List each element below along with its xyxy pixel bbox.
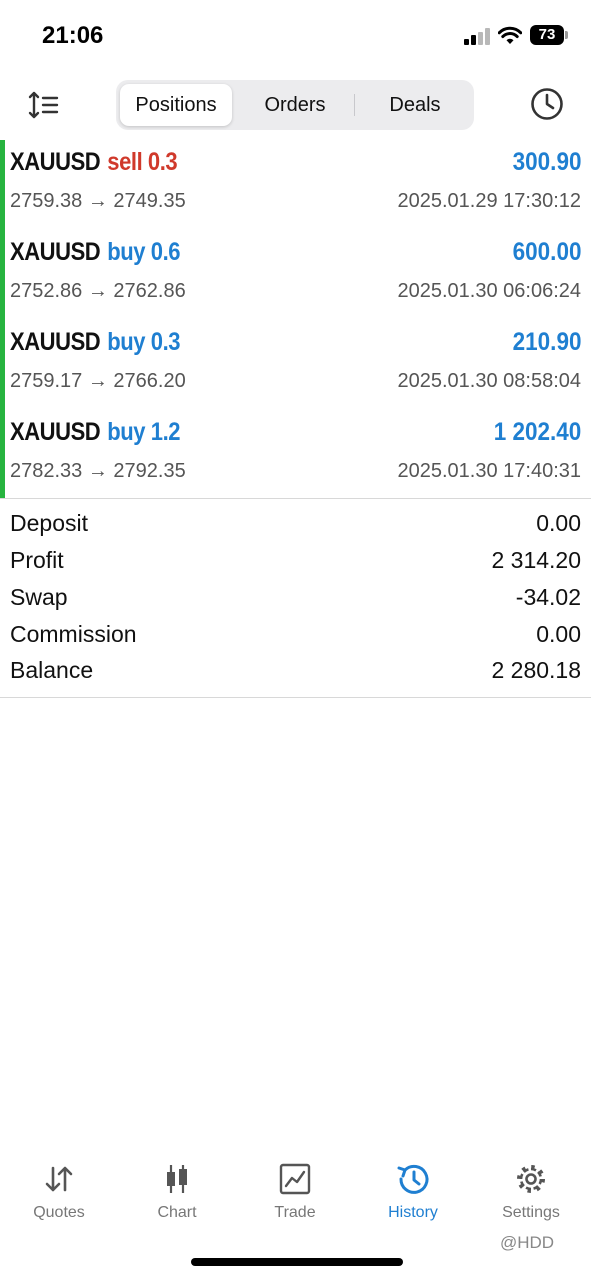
summary-value: -34.02: [515, 584, 581, 610]
position-prices: 2759.17 → 2766.20: [10, 370, 186, 392]
position-date: 2025.01.30 06:06:24: [397, 280, 581, 302]
summary-value: 0.00: [536, 621, 581, 647]
position-symbol-line: XAUUSD buy 0.3: [10, 328, 180, 357]
position-side: buy 0.6: [107, 238, 181, 266]
position-side: sell 0.3: [107, 148, 178, 176]
trade-icon: [279, 1163, 311, 1195]
segment-divider: [354, 94, 355, 116]
position-date: 2025.01.30 08:58:04: [397, 370, 581, 392]
summary-label: Balance: [10, 657, 94, 683]
position-date: 2025.01.30 17:40:31: [397, 460, 581, 482]
summary-label: Commission: [10, 621, 137, 647]
history-icon: [397, 1164, 429, 1194]
summary-value: 0.00: [536, 510, 581, 536]
position-side: buy 1.2: [107, 418, 181, 446]
divider: [0, 697, 591, 698]
summary-commission: Commission 0.00: [10, 617, 581, 653]
tab-label: Settings: [502, 1204, 560, 1221]
position-row[interactable]: XAUUSD sell 0.3 300.90 2759.38 → 2749.35 …: [0, 140, 591, 230]
gear-icon: [517, 1165, 545, 1193]
position-profit: 300.90: [512, 148, 581, 176]
tab-label: Quotes: [33, 1204, 85, 1221]
position-profit: 210.90: [512, 328, 581, 356]
summary-label: Deposit: [10, 510, 88, 536]
sort-icon[interactable]: [28, 90, 60, 120]
tab-quotes[interactable]: Quotes: [0, 1150, 118, 1230]
position-row[interactable]: XAUUSD buy 1.2 1 202.40 2782.33 → 2792.35…: [0, 410, 591, 500]
position-profit: 1 202.40: [493, 418, 581, 446]
position-date: 2025.01.29 17:30:12: [397, 190, 581, 212]
quotes-icon: [45, 1166, 73, 1192]
battery-icon: 73: [530, 25, 564, 45]
watermark: @HDD: [500, 1233, 555, 1252]
position-symbol-line: XAUUSD sell 0.3: [10, 148, 178, 177]
divider: [0, 498, 591, 499]
tab-label: Chart: [157, 1204, 197, 1221]
position-symbol-line: XAUUSD buy 0.6: [10, 238, 180, 267]
summary-swap: Swap -34.02: [10, 580, 581, 616]
position-row[interactable]: XAUUSD buy 0.3 210.90 2759.17 → 2766.20 2…: [0, 320, 591, 410]
position-prices: 2752.86 → 2762.86: [10, 280, 186, 302]
tab-label: History: [388, 1204, 438, 1221]
tab-trade[interactable]: Trade: [236, 1150, 354, 1230]
tab-history[interactable]: History: [354, 1150, 472, 1230]
summary-label: Profit: [10, 547, 64, 573]
position-row[interactable]: XAUUSD buy 0.6 600.00 2752.86 → 2762.86 2…: [0, 230, 591, 320]
segmented-control: Positions Orders Deals: [116, 80, 474, 130]
chart-icon: [167, 1165, 187, 1193]
status-time: 21:06: [42, 22, 104, 49]
battery-nub: [565, 31, 568, 39]
tab-settings[interactable]: Settings: [472, 1150, 590, 1230]
position-prices: 2782.33 → 2792.35: [10, 460, 186, 482]
summary-deposit: Deposit 0.00: [10, 506, 581, 542]
wifi-icon: [498, 26, 522, 44]
summary-label: Swap: [10, 584, 68, 610]
position-symbol: XAUUSD: [10, 328, 101, 356]
clock-icon[interactable]: [530, 87, 564, 121]
tab-orders[interactable]: Orders: [236, 84, 354, 126]
cellular-signal-icon: [464, 28, 490, 45]
position-side: buy 0.3: [107, 328, 181, 356]
summary-value: 2 314.20: [491, 547, 581, 573]
tab-positions[interactable]: Positions: [120, 84, 232, 126]
position-symbol: XAUUSD: [10, 418, 101, 446]
bottom-tab-bar: Quotes Chart Trade History Settings: [0, 1150, 591, 1240]
tab-deals[interactable]: Deals: [356, 84, 474, 126]
home-indicator[interactable]: [191, 1258, 403, 1266]
positions-list: XAUUSD sell 0.3 300.90 2759.38 → 2749.35 …: [0, 140, 591, 498]
position-symbol: XAUUSD: [10, 238, 101, 266]
position-prices: 2759.38 → 2749.35: [10, 190, 186, 212]
tab-chart[interactable]: Chart: [118, 1150, 236, 1230]
summary-balance: Balance 2 280.18: [10, 653, 581, 689]
position-symbol-line: XAUUSD buy 1.2: [10, 418, 180, 447]
position-symbol: XAUUSD: [10, 148, 101, 176]
summary-value: 2 280.18: [491, 657, 581, 683]
summary-profit: Profit 2 314.20: [10, 543, 581, 579]
status-bar: 21:06 73: [0, 0, 591, 72]
tab-label: Trade: [274, 1204, 316, 1221]
position-profit: 600.00: [512, 238, 581, 266]
